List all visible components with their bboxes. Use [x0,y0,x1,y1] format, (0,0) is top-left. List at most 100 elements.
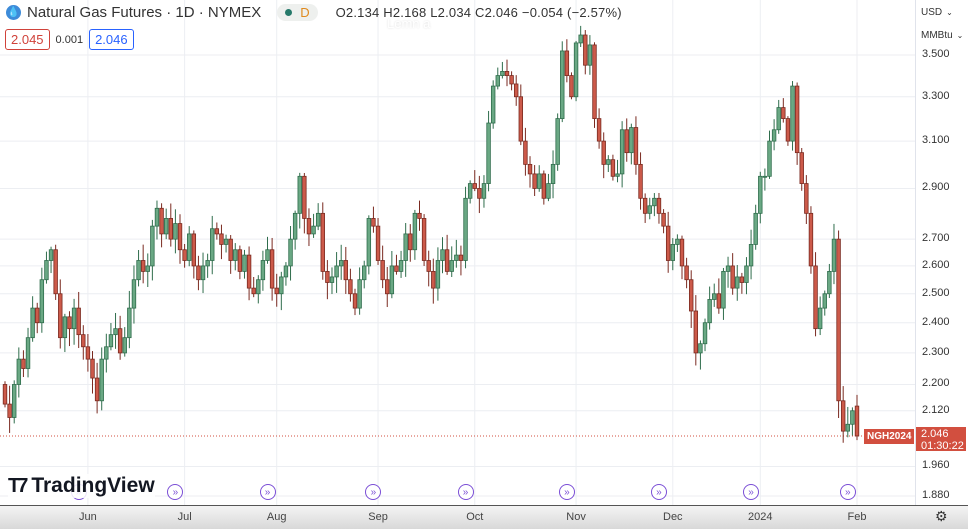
candle [108,323,114,351]
grid [0,0,915,505]
candle-body [845,423,850,432]
price-tick-label: 1.880 [922,489,950,501]
candle [702,318,708,352]
event-marker-icon[interactable]: » [743,484,760,500]
candle [721,267,726,320]
candle-body [315,212,321,227]
market-status[interactable]: D [277,4,318,21]
candle-body [214,228,220,235]
candle [716,278,722,314]
candle-body [583,34,588,66]
chevron-down-icon: ⌄ [946,8,953,17]
candle [343,246,348,294]
candle [656,192,662,224]
candle [131,265,137,324]
candle [375,218,381,265]
candle-body [550,163,556,184]
price-tick-label: 3.300 [922,89,950,102]
candle-body [352,293,358,309]
candle [398,250,404,278]
candle [394,254,399,275]
event-marker-icon[interactable]: » [457,484,474,500]
candle-body [463,197,468,261]
candle-body [596,118,602,142]
candle [776,99,781,134]
candle [237,245,243,280]
event-marker-icon[interactable]: » [558,484,575,500]
time-axis[interactable]: Jun Jul Aug Sep Oct Nov Dec 2024 Feb [0,505,968,529]
time-tick-label: Dec [663,511,683,523]
candle [182,244,187,268]
event-marker-icon[interactable]: » [839,484,856,500]
candle [712,283,717,307]
candle [2,381,8,408]
candle [758,171,763,224]
sell-button[interactable]: 2.045 [5,29,50,50]
candle [458,245,464,276]
candle [223,234,229,253]
candle-body [242,254,247,272]
candle-body [150,225,155,267]
candle-body [831,238,837,272]
candle-body [408,233,413,251]
event-marker-icon[interactable]: » [259,484,276,500]
buy-button[interactable]: 2.046 [89,29,134,50]
price-tick-label: 2.400 [922,315,950,328]
candle-body [228,238,233,261]
candle [730,253,735,295]
candle [629,123,634,165]
candle [670,238,675,271]
candle-body [670,244,675,261]
candle [219,224,224,260]
candle [228,235,233,274]
unit-dropdown[interactable]: MMBtu ⌄ [921,30,964,41]
candle-body [417,212,422,219]
candle-body [702,322,708,345]
candle [615,159,620,183]
candle [735,264,740,301]
candle-body [182,249,187,261]
price-chart[interactable] [0,0,915,505]
candle-body [191,233,197,267]
candle-body [283,265,289,278]
candle-body [380,260,385,281]
candle-body [633,127,639,165]
candle [532,165,537,197]
candle [334,252,339,293]
event-marker-icon[interactable]: » [650,484,667,500]
candle [509,71,514,91]
candle [292,210,298,250]
gear-icon[interactable]: ⚙ [935,508,948,525]
currency-dropdown[interactable]: USD ⌄ [921,7,953,18]
candle-body [495,75,500,87]
candle-body [449,260,454,272]
candle [822,290,827,316]
candle-body [76,307,81,336]
candle [357,267,362,315]
candle-body [421,218,427,261]
candle [426,250,431,287]
candle [527,156,533,188]
candle [435,247,441,301]
brand-name: TradingView [31,474,155,497]
candle-body [320,212,325,272]
price-tick-label: 2.120 [922,403,950,416]
candle [472,170,477,192]
candle-body [288,238,293,267]
candle-body [813,265,818,330]
candle [163,208,169,240]
candle-body [154,207,160,227]
candle [850,407,855,436]
tradingview-logo[interactable]: T7 TradingView [8,474,155,498]
candle-body [219,233,224,245]
candle [94,362,100,414]
time-tick-label: Sep [368,511,388,523]
candle [624,118,629,162]
candle-body [16,358,22,385]
candle-body [541,173,547,199]
symbol-title[interactable]: Natural Gas Futures · 1D · NYMEX [27,4,261,21]
candle [306,208,312,247]
candle-body [71,307,77,330]
candle-body [140,260,146,272]
price-tick-label: 3.100 [922,134,950,147]
